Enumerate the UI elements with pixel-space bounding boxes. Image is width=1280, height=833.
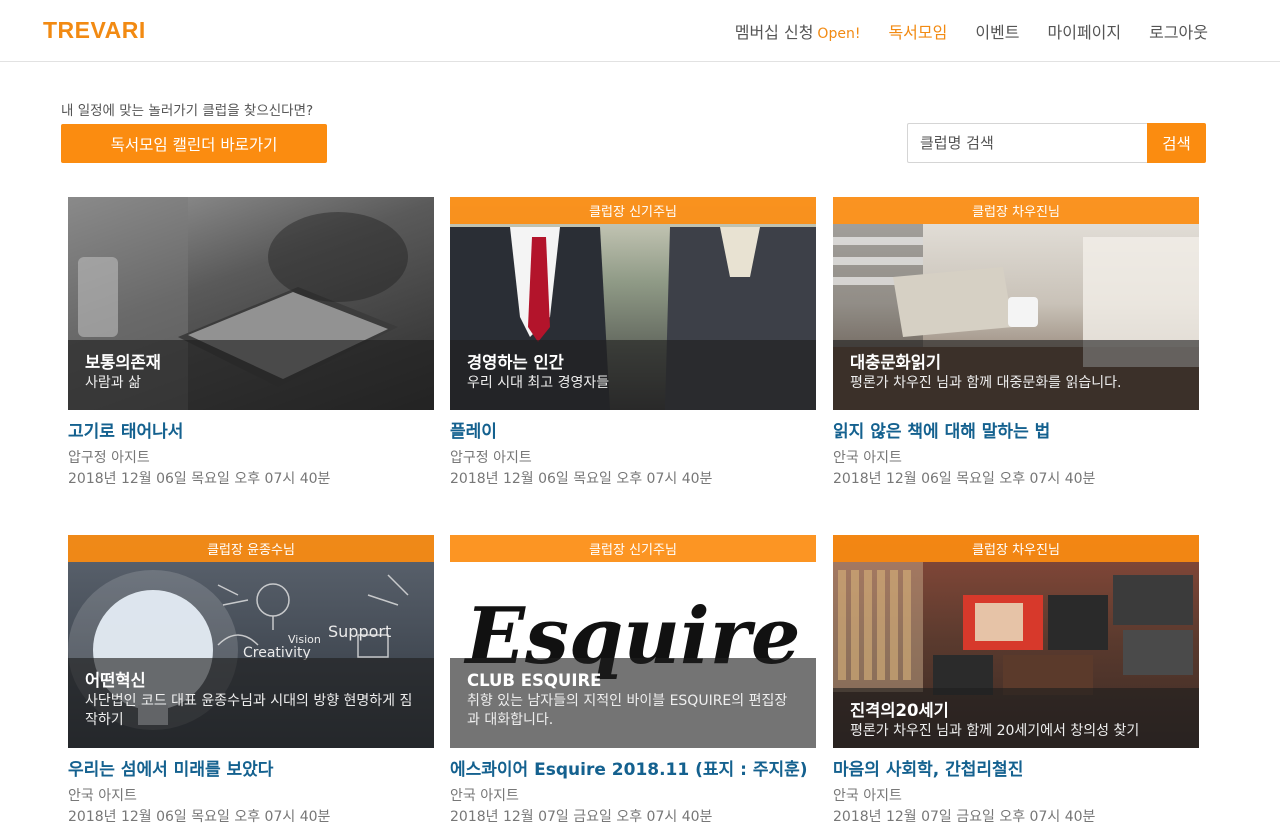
meeting-date: 2018년 12월 06일 목요일 오후 07시 40분 bbox=[68, 471, 331, 487]
meeting-place: 압구정 아지트 bbox=[450, 450, 532, 466]
club-title: 대충문화읽기 bbox=[850, 353, 942, 372]
club-description: 평론가 차우진 님과 함께 20세기에서 창의성 찾기 bbox=[850, 723, 1140, 739]
chalk-text-support: Support bbox=[328, 622, 391, 641]
club-card[interactable]: 클럽장 차우진님 대충문화읽기 평론가 차우진 님과 함께 대중문화를 읽습니다… bbox=[833, 197, 1199, 490]
club-leader-banner: 클럽장 차우진님 bbox=[833, 535, 1199, 562]
club-title: CLUB ESQUIRE bbox=[467, 671, 602, 690]
nav-book-club[interactable]: 독서모임 bbox=[888, 19, 947, 43]
club-info-overlay: CLUB ESQUIRE 취향 있는 남자들의 지적인 바이블 ESQUIRE의… bbox=[450, 658, 816, 748]
meeting-date: 2018년 12월 07일 금요일 오후 07시 40분 bbox=[450, 809, 713, 825]
club-info-overlay: 대충문화읽기 평론가 차우진 님과 함께 대중문화를 읽습니다. bbox=[833, 340, 1199, 410]
book-title-link[interactable]: 마음의 사회학, 간첩리철진 bbox=[833, 759, 1199, 781]
book-title-link[interactable]: 우리는 섬에서 미래를 보았다 bbox=[68, 759, 434, 781]
club-description: 취향 있는 남자들의 지적인 바이블 ESQUIRE의 편집장과 대화합니다. bbox=[467, 693, 788, 728]
club-info-overlay: 어떤혁신 사단법인 코드 대표 윤종수님과 시대의 방향 현명하게 짐작하기 bbox=[68, 658, 434, 748]
meeting-date: 2018년 12월 06일 목요일 오후 07시 40분 bbox=[68, 809, 331, 825]
book-title-link[interactable]: 고기로 태어나서 bbox=[68, 421, 434, 443]
club-description: 사람과 삶 bbox=[85, 375, 141, 391]
calendar-shortcut-button[interactable]: 독서모임 캘린더 바로가기 bbox=[61, 124, 327, 163]
nav-mypage[interactable]: 마이페이지 bbox=[1048, 19, 1122, 43]
book-title-link[interactable]: 플레이 bbox=[450, 421, 816, 443]
club-card[interactable]: 클럽장 차우진님 진격의20세기 평론가 차우진 님과 함께 20세기에서 창의… bbox=[833, 535, 1199, 828]
search-button[interactable]: 검색 bbox=[1147, 123, 1206, 163]
club-title: 진격의20세기 bbox=[850, 701, 949, 720]
club-title: 어떤혁신 bbox=[85, 671, 146, 690]
club-search-input[interactable] bbox=[907, 123, 1147, 163]
trevari-logo[interactable]: TREVARI bbox=[43, 17, 146, 44]
club-title: 보통의존재 bbox=[85, 353, 161, 372]
club-card[interactable]: 보통의존재 사람과 삶 고기로 태어나서 압구정 아지트 2018년 12월 0… bbox=[68, 197, 434, 490]
top-header: TREVARI 멤버십 신청 Open! 독서모임 이벤트 마이페이지 로그아웃 bbox=[0, 0, 1280, 62]
club-leader-banner: 클럽장 신기주님 bbox=[450, 197, 816, 224]
club-card[interactable]: 클럽장 신기주님 경영하는 인간 우리 시대 최고 경영자들 플레이 압구정 아… bbox=[450, 197, 816, 490]
meeting-place: 압구정 아지트 bbox=[68, 450, 150, 466]
club-info-overlay: 진격의20세기 평론가 차우진 님과 함께 20세기에서 창의성 찾기 bbox=[833, 688, 1199, 748]
calendar-intro-text: 내 일정에 맞는 놀러가기 클럽을 찾으신다면? bbox=[61, 103, 314, 119]
club-leader-banner: 클럽장 신기주님 bbox=[450, 535, 816, 562]
club-leader-banner: 클럽장 차우진님 bbox=[833, 197, 1199, 224]
club-info-overlay: 보통의존재 사람과 삶 bbox=[68, 340, 434, 410]
meeting-date: 2018년 12월 06일 목요일 오후 07시 40분 bbox=[450, 471, 713, 487]
meeting-place: 안국 아지트 bbox=[450, 788, 519, 804]
club-thumbnail[interactable]: 클럽장 신기주님 Esquire CLUB ESQUIRE 취향 있는 남자들의… bbox=[450, 535, 816, 748]
club-info-overlay: 경영하는 인간 우리 시대 최고 경영자들 bbox=[450, 340, 816, 410]
nav-event[interactable]: 이벤트 bbox=[975, 19, 1019, 43]
nav-membership-label: 멤버십 신청 bbox=[734, 23, 814, 42]
nav-logout[interactable]: 로그아웃 bbox=[1149, 19, 1208, 43]
meeting-date: 2018년 12월 07일 금요일 오후 07시 40분 bbox=[833, 809, 1096, 825]
club-thumbnail[interactable]: 보통의존재 사람과 삶 bbox=[68, 197, 434, 410]
club-description: 사단법인 코드 대표 윤종수님과 시대의 방향 현명하게 짐작하기 bbox=[85, 693, 413, 728]
club-thumbnail[interactable]: 클럽장 윤종수님 Vision Creativity Support 어떤혁신 … bbox=[68, 535, 434, 748]
meeting-place: 안국 아지트 bbox=[68, 788, 137, 804]
club-thumbnail[interactable]: 클럽장 신기주님 경영하는 인간 우리 시대 최고 경영자들 bbox=[450, 197, 816, 410]
main-nav: 멤버십 신청 Open! 독서모임 이벤트 마이페이지 로그아웃 bbox=[707, 0, 1208, 62]
club-card[interactable]: 클럽장 신기주님 Esquire CLUB ESQUIRE 취향 있는 남자들의… bbox=[450, 535, 816, 828]
nav-membership[interactable]: 멤버십 신청 Open! bbox=[735, 19, 861, 43]
club-title: 경영하는 인간 bbox=[467, 353, 564, 372]
meeting-place: 안국 아지트 bbox=[833, 450, 902, 466]
book-title-link[interactable]: 읽지 않은 책에 대해 말하는 법 bbox=[833, 421, 1199, 443]
meeting-place: 안국 아지트 bbox=[833, 788, 902, 804]
book-title-link[interactable]: 에스콰이어 Esquire 2018.11 (표지 : 주지훈) bbox=[450, 759, 816, 781]
club-card[interactable]: 클럽장 윤종수님 Vision Creativity Support 어떤혁신 … bbox=[68, 535, 434, 828]
club-description: 우리 시대 최고 경영자들 bbox=[467, 375, 610, 391]
club-thumbnail[interactable]: 클럽장 차우진님 대충문화읽기 평론가 차우진 님과 함께 대중문화를 읽습니다… bbox=[833, 197, 1199, 410]
club-search: 검색 bbox=[907, 123, 1206, 163]
club-thumbnail[interactable]: 클럽장 차우진님 진격의20세기 평론가 차우진 님과 함께 20세기에서 창의… bbox=[833, 535, 1199, 748]
membership-open-badge: Open! bbox=[817, 26, 861, 42]
club-leader-banner: 클럽장 윤종수님 bbox=[68, 535, 434, 562]
club-description: 평론가 차우진 님과 함께 대중문화를 읽습니다. bbox=[850, 375, 1122, 391]
meeting-date: 2018년 12월 06일 목요일 오후 07시 40분 bbox=[833, 471, 1096, 487]
